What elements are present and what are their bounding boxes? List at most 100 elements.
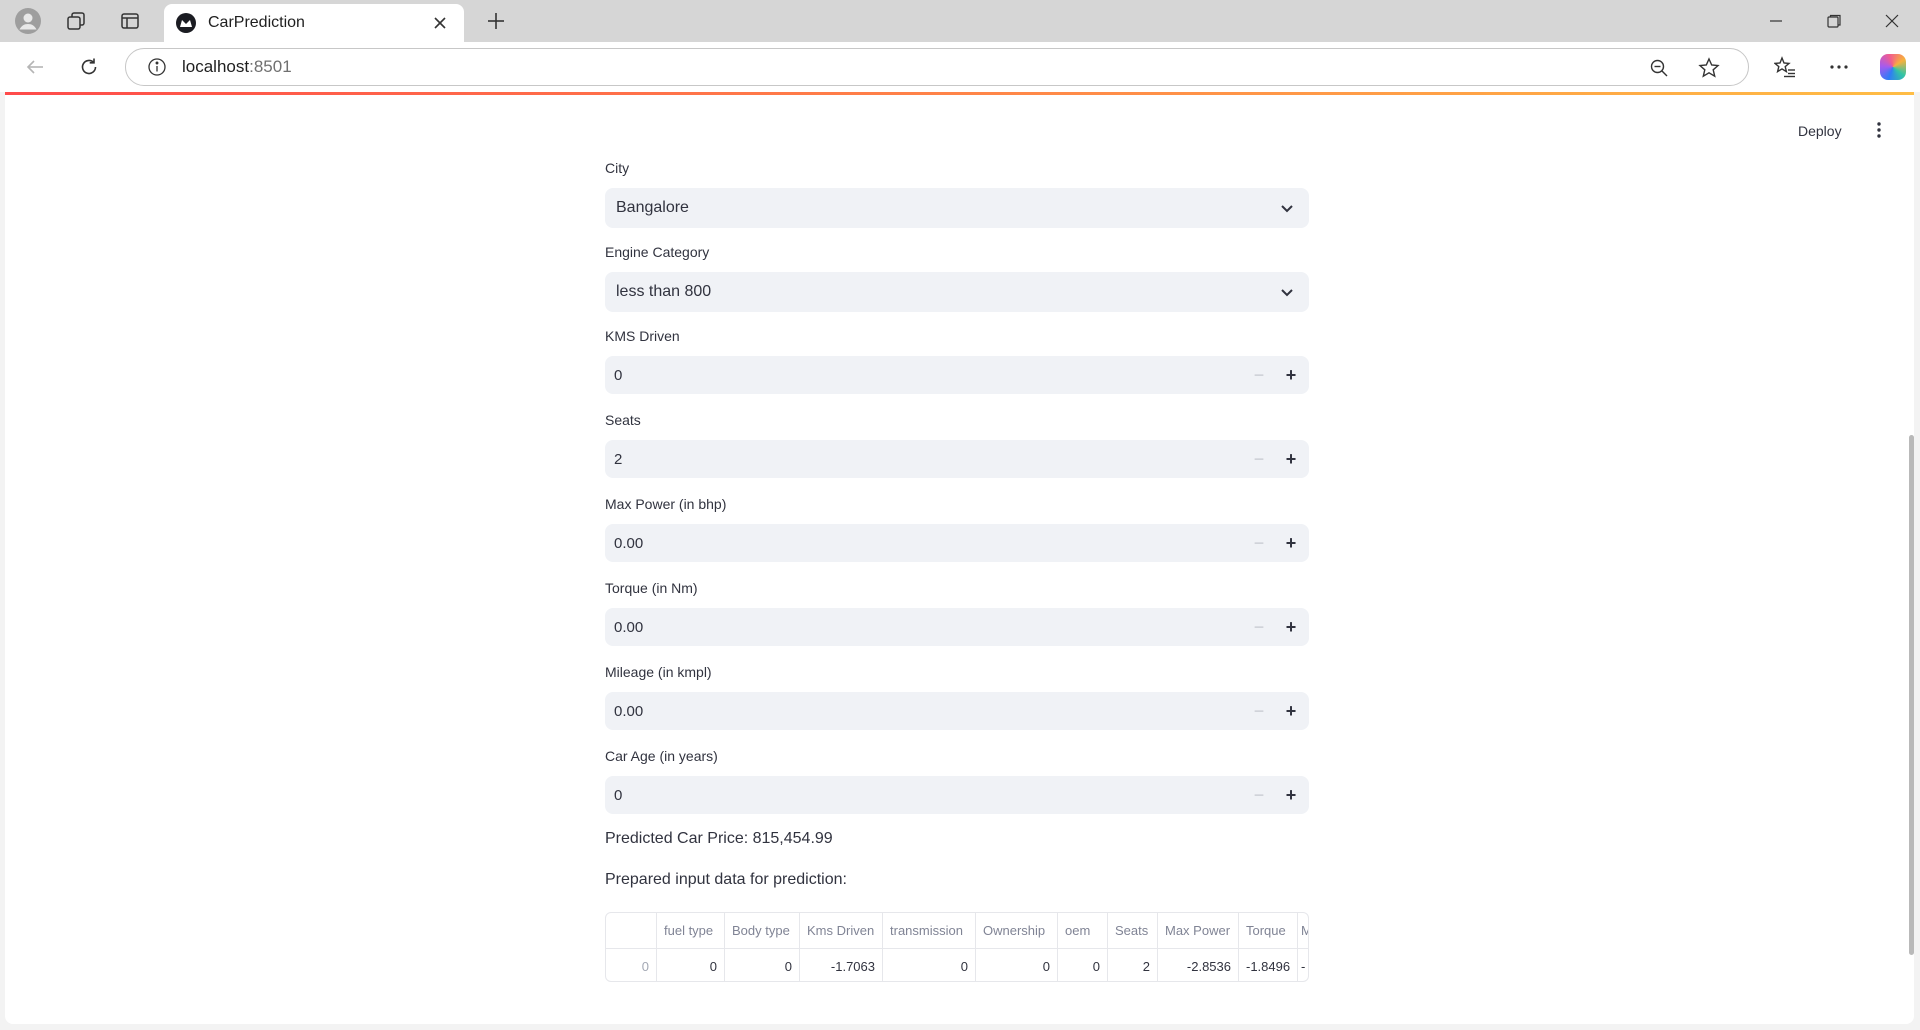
close-icon: [1885, 14, 1899, 28]
table-cell[interactable]: 0: [657, 949, 725, 981]
zoom-button[interactable]: [1644, 54, 1674, 82]
mileage-input[interactable]: 0.00 − +: [605, 692, 1309, 730]
table-header-cell[interactable]: [606, 913, 657, 948]
table-header-cell[interactable]: M: [1298, 913, 1308, 948]
refresh-icon: [81, 58, 97, 75]
table-header-cell[interactable]: transmission: [883, 913, 976, 948]
car-age-value: 0: [614, 786, 623, 804]
close-icon: [434, 17, 446, 29]
table-header-cell[interactable]: Ownership: [976, 913, 1058, 948]
increment-button[interactable]: +: [1275, 440, 1307, 478]
table-cell[interactable]: 0: [1058, 949, 1108, 981]
decrement-button[interactable]: −: [1243, 608, 1275, 646]
site-info-icon[interactable]: [140, 57, 174, 77]
city-field: City Bangalore: [605, 158, 1309, 228]
table-header-row: fuel type Body type Kms Driven transmiss…: [606, 913, 1308, 948]
decrement-button[interactable]: −: [1243, 776, 1275, 814]
table-cell[interactable]: -: [1298, 949, 1308, 981]
torque-value: 0.00: [614, 618, 644, 636]
table-header-cell[interactable]: Seats: [1108, 913, 1158, 948]
prepared-dataframe[interactable]: fuel type Body type Kms Driven transmiss…: [605, 912, 1309, 982]
table-header-cell[interactable]: Kms Driven: [800, 913, 883, 948]
seats-value: 2: [614, 450, 623, 468]
kms-driven-label: KMS Driven: [605, 328, 680, 344]
table-header-cell[interactable]: fuel type: [657, 913, 725, 948]
seats-input[interactable]: 2 − +: [605, 440, 1309, 478]
city-select[interactable]: Bangalore: [605, 188, 1309, 228]
copilot-button[interactable]: [1874, 49, 1912, 85]
increment-button[interactable]: +: [1275, 356, 1307, 394]
table-index-cell[interactable]: 0: [606, 949, 657, 981]
engine-category-select[interactable]: less than 800: [605, 272, 1309, 312]
car-age-input[interactable]: 0 − +: [605, 776, 1309, 814]
increment-button[interactable]: +: [1275, 524, 1307, 562]
table-cell[interactable]: 0: [976, 949, 1058, 981]
browser-toolbar: localhost:8501: [0, 42, 1920, 92]
copilot-icon: [1880, 54, 1906, 80]
favorites-button[interactable]: [1766, 49, 1804, 85]
window-close-button[interactable]: [1864, 0, 1920, 42]
chevron-down-icon: [1277, 198, 1297, 218]
table-header-cell[interactable]: oem: [1058, 913, 1108, 948]
mileage-label: Mileage (in kmpl): [605, 664, 712, 680]
table-cell[interactable]: 0: [883, 949, 976, 981]
mileage-field: Mileage (in kmpl) 0.00 − +: [605, 662, 1309, 730]
deploy-button[interactable]: Deploy: [1792, 119, 1848, 143]
more-vertical-icon: [1877, 122, 1881, 138]
vertical-tabs-button[interactable]: [110, 5, 150, 37]
main-menu-button[interactable]: [1867, 117, 1891, 143]
seats-field: Seats 2 − +: [605, 410, 1309, 478]
torque-input[interactable]: 0.00 − +: [605, 608, 1309, 646]
decrement-button[interactable]: −: [1243, 440, 1275, 478]
decrement-button[interactable]: −: [1243, 356, 1275, 394]
table-header-cell[interactable]: Max Power: [1158, 913, 1239, 948]
restore-button[interactable]: [1806, 0, 1862, 42]
table-cell[interactable]: -2.8536: [1158, 949, 1239, 981]
increment-button[interactable]: +: [1275, 608, 1307, 646]
max-power-value: 0.00: [614, 534, 644, 552]
workspaces-button[interactable]: [56, 5, 96, 37]
tab-actions-icon: [121, 13, 139, 29]
max-power-label: Max Power (in bhp): [605, 496, 727, 512]
address-bar[interactable]: localhost:8501: [125, 48, 1749, 86]
url-text: localhost:8501: [182, 57, 292, 77]
page-area: Deploy City Bangalore Engine Category le…: [0, 92, 1920, 1030]
kms-driven-input[interactable]: 0 − +: [605, 356, 1309, 394]
url-host: localhost: [182, 57, 250, 76]
car-age-field: Car Age (in years) 0 − +: [605, 746, 1309, 814]
back-button[interactable]: [16, 49, 54, 85]
streamlit-favicon-icon: [176, 13, 196, 33]
plus-icon: [488, 13, 504, 29]
kms-driven-field: KMS Driven 0 − +: [605, 326, 1309, 394]
favorite-button[interactable]: [1694, 54, 1724, 82]
max-power-input[interactable]: 0.00 − +: [605, 524, 1309, 562]
decrement-button[interactable]: −: [1243, 692, 1275, 730]
active-tab[interactable]: CarPrediction: [164, 4, 464, 42]
minimize-button[interactable]: [1748, 0, 1804, 42]
restore-icon: [1827, 14, 1841, 28]
profile-button[interactable]: [8, 5, 48, 37]
table-header-cell[interactable]: Body type: [725, 913, 800, 948]
engine-category-value: less than 800: [616, 283, 712, 300]
table-cell[interactable]: 2: [1108, 949, 1158, 981]
table-cell[interactable]: -1.7063: [800, 949, 883, 981]
table-header-cell[interactable]: Torque: [1239, 913, 1298, 948]
chevron-down-icon: [1277, 282, 1297, 302]
city-label: City: [605, 160, 630, 176]
new-tab-button[interactable]: [476, 5, 516, 37]
increment-button[interactable]: +: [1275, 776, 1307, 814]
engine-category-field: Engine Category less than 800: [605, 242, 1309, 312]
increment-button[interactable]: +: [1275, 692, 1307, 730]
decrement-button[interactable]: −: [1243, 524, 1275, 562]
zoom-out-icon: [1650, 59, 1668, 77]
browser-titlebar: CarPrediction: [0, 0, 1920, 42]
tab-close-button[interactable]: [428, 11, 452, 35]
refresh-button[interactable]: [70, 49, 108, 85]
streamlit-app: Deploy City Bangalore Engine Category le…: [5, 92, 1914, 1024]
table-cell[interactable]: -1.8496: [1239, 949, 1298, 981]
more-options-button[interactable]: [1820, 49, 1858, 85]
star-icon: [1698, 57, 1720, 78]
page-scrollbar[interactable]: [1909, 435, 1914, 955]
predicted-price-text: Predicted Car Price: 815,454.99: [605, 830, 833, 847]
table-cell[interactable]: 0: [725, 949, 800, 981]
